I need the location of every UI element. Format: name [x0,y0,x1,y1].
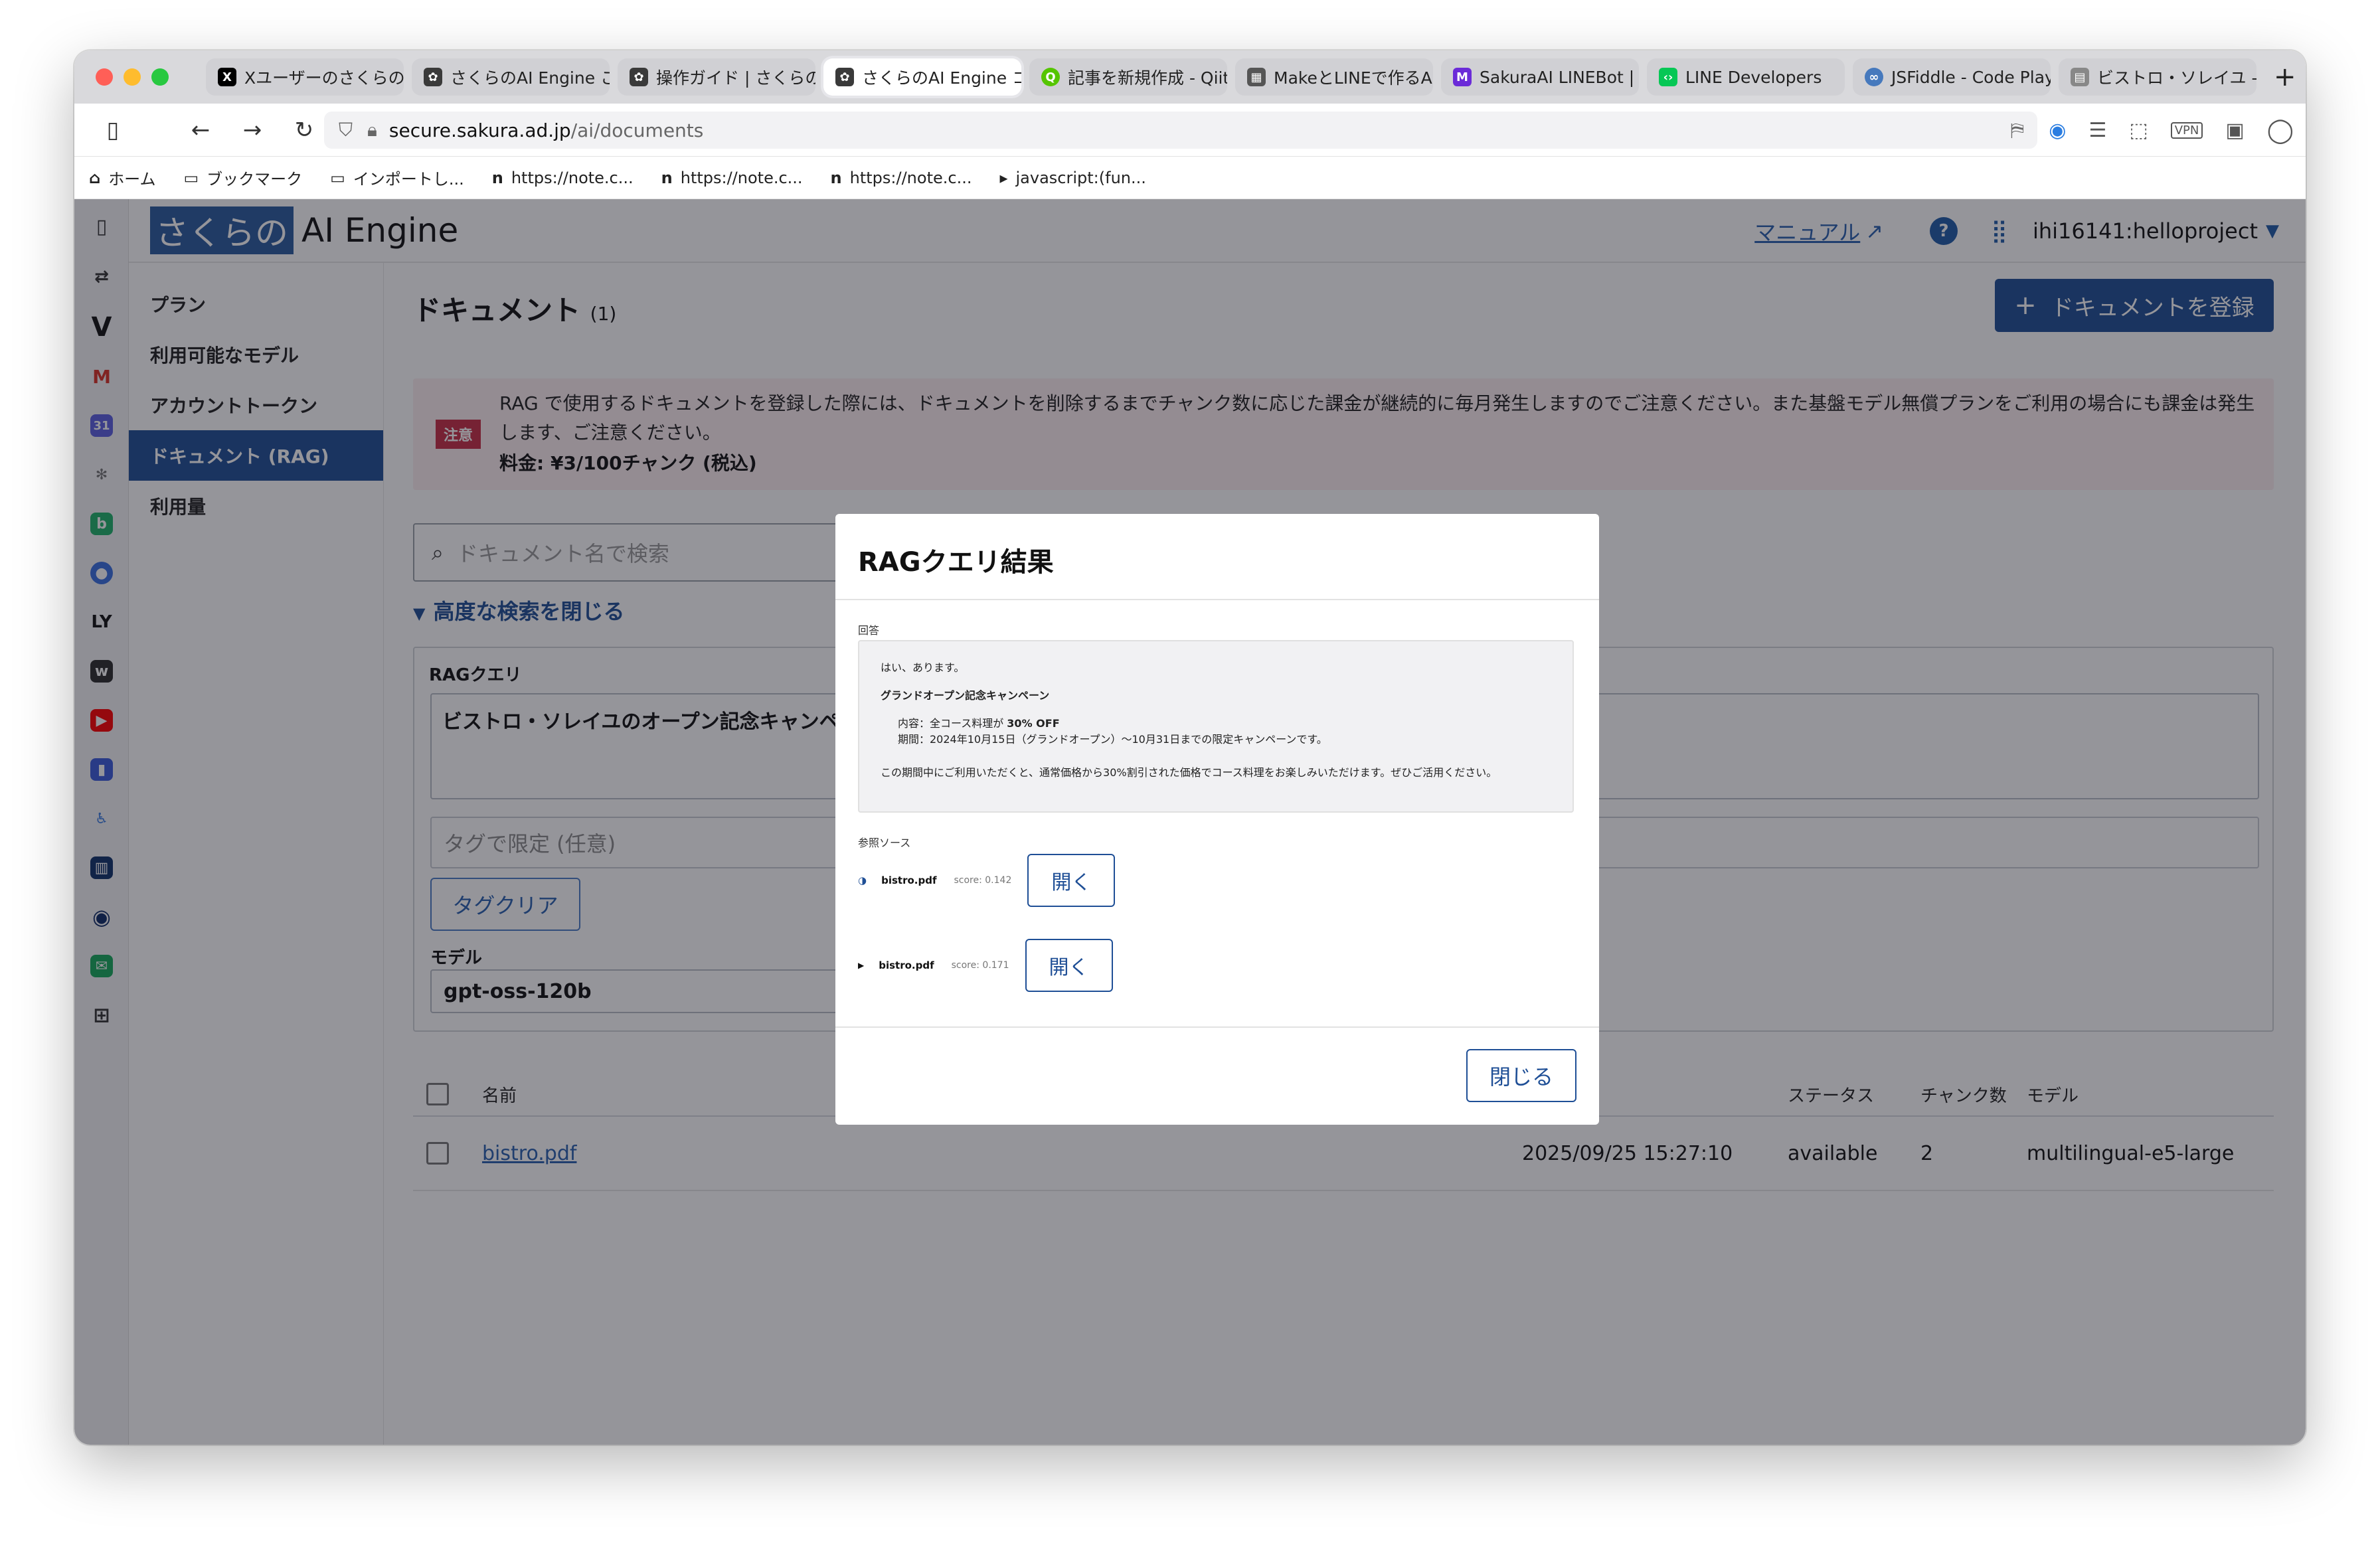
sidebar-toggle-icon[interactable]: ▯ [100,117,126,143]
browser-window: X Xユーザーのさくらの ✿ さくらのAI Engine こ ✿ 操作ガイド | さく… [74,50,2306,1445]
answer-line-1: はい、あります。 [881,661,965,674]
bookmarks-bar: ⌂ ホーム ▭ ブックマーク ▭ インポートし... n https://note.c.… [74,157,2306,199]
line-icon: ‹› [1659,68,1677,86]
qiita-icon: Q [1041,68,1060,86]
sakura-icon: ✿ [630,68,648,86]
tab-7[interactable]: ‹› LINE Developers [1647,58,1845,96]
answer-box: はい、あります。 グランドオープン記念キャンペーン 内容：全コース料理が 30%… [858,640,1574,813]
rag-result-modal: RAGクエリ結果 回答 はい、あります。 グランドオープン記念キャンペーン 内容… [835,514,1599,1125]
minimize-window-button[interactable] [124,68,141,86]
modal-divider [835,599,1599,600]
home-icon: ⌂ [89,168,101,187]
zoom-window-button[interactable] [151,68,169,86]
tab-8[interactable]: ∞ JSFiddle - Code Play [1853,58,2051,96]
tab-6[interactable]: M SakuraAI LINEBot | M [1441,58,1639,96]
open-source-button[interactable]: 開く [1027,854,1116,907]
toolbar-extensions: ◉ ☰ ⬚ VPN ▣ ◯ [2026,104,2294,157]
jsfiddle-icon: ∞ [1865,68,1883,86]
bookmark-javascript[interactable]: ▸ javascript:(fun... [999,169,1146,187]
bookmark-note-3[interactable]: n https://note.c... [831,169,972,187]
sakura-icon: ✿ [835,68,854,86]
address-bar[interactable]: ⛉ 🔒︎ secure.sakura.ad.jp/ai/documents ⛿ [324,112,2037,149]
modal-title: RAGクエリ結果 [858,547,1054,578]
back-arrow-icon[interactable]: ← [187,117,214,143]
gift-icon[interactable]: ▣ [2225,119,2244,142]
sakura-icon: ✿ [424,68,442,86]
bookmark-note-2[interactable]: n https://note.c... [661,169,803,187]
tab-3-active[interactable]: ✿ さくらのAI Engine コ [823,58,1021,96]
bookmark-folder-bookmarks[interactable]: ▭ ブックマーク [183,166,302,189]
note-icon: n [491,168,503,187]
profile-icon[interactable]: ◯ [2267,117,2294,144]
tab-2[interactable]: ✿ 操作ガイド | さくらの [618,58,815,96]
browser-toolbar: ▯ ← → ↻ ⛉ 🔒︎ secure.sakura.ad.jp/ai/docu… [74,104,2306,157]
bookmark-note-1[interactable]: n https://note.c... [492,169,634,187]
expand-icon[interactable]: ◑ [858,874,867,886]
lock-icon: 🔒︎ [367,119,377,141]
open-source-button[interactable]: 開く [1025,939,1113,992]
screenshot-icon[interactable]: ⬚ [2129,119,2148,142]
source-item: ◑ bistro.pdf score: 0.142 開く [858,854,1116,907]
reader-icon[interactable]: ☰ [2088,119,2106,142]
make-icon: M [1453,68,1472,86]
close-window-button[interactable] [96,68,113,86]
vpn-icon[interactable]: VPN [2170,122,2203,139]
tab-bar: X Xユーザーのさくらの ✿ さくらのAI Engine こ ✿ 操作ガイド | さく… [74,50,2306,104]
source-item: ▶ bistro.pdf score: 0.171 開く [858,939,1113,992]
answer-item-1: 内容：全コース料理が 30% OFF [898,717,1060,730]
document-icon: ▤ [2071,68,2089,86]
folder-icon: ▭ [330,168,345,187]
tab-1[interactable]: ✿ さくらのAI Engine こ [412,58,610,96]
tab-strip: X Xユーザーのさくらの ✿ さくらのAI Engine こ ✿ 操作ガイド | さく… [206,50,2296,104]
url-path: /ai/documents [570,119,704,141]
note-icon: n [830,168,842,187]
expand-triangle-icon[interactable]: ▶ [858,961,864,970]
bookmark-star-icon[interactable]: ⛿ [2011,119,2024,141]
folder-icon: ▭ [183,168,199,187]
tab-9[interactable]: ▤ ビストロ・ソレイユ - [2059,58,2256,96]
article-icon: ▦ [1247,68,1266,86]
shield-icon: ⛉ [339,119,353,141]
modal-footer-divider [835,1026,1599,1028]
sources-label: 参照ソース [858,837,911,849]
bookmark-home[interactable]: ⌂ ホーム [89,166,155,189]
copilot-icon[interactable]: ◉ [2049,119,2066,142]
tab-0[interactable]: X Xユーザーのさくらの [206,58,404,96]
answer-label: 回答 [858,624,880,637]
tab-4[interactable]: Q 記事を新規作成 - Qiit [1029,58,1227,96]
reload-icon[interactable]: ↻ [291,117,317,143]
forward-arrow-icon[interactable]: → [239,117,266,143]
url-host: secure.sakura.ad.jp [388,119,571,141]
answer-item-2: 期間：2024年10月15日（グランドオープン）～10月31日までの限定キャンペ… [898,733,1327,746]
bookmark-folder-imported[interactable]: ▭ インポートし... [330,166,464,189]
answer-closing: この期間中にご利用いただくと、通常価格から30%割引された価格でコース料理をお楽… [881,766,1497,779]
note-icon: n [661,168,673,187]
x-logo-icon: X [218,68,236,86]
answer-heading: グランドオープン記念キャンペーン [881,689,1050,702]
bookmarklet-icon: ▸ [999,168,1008,187]
tab-5[interactable]: ▦ MakeとLINEで作るAI [1235,58,1433,96]
close-modal-button[interactable]: 閉じる [1466,1049,1576,1102]
new-tab-button[interactable]: + [2274,62,2296,92]
